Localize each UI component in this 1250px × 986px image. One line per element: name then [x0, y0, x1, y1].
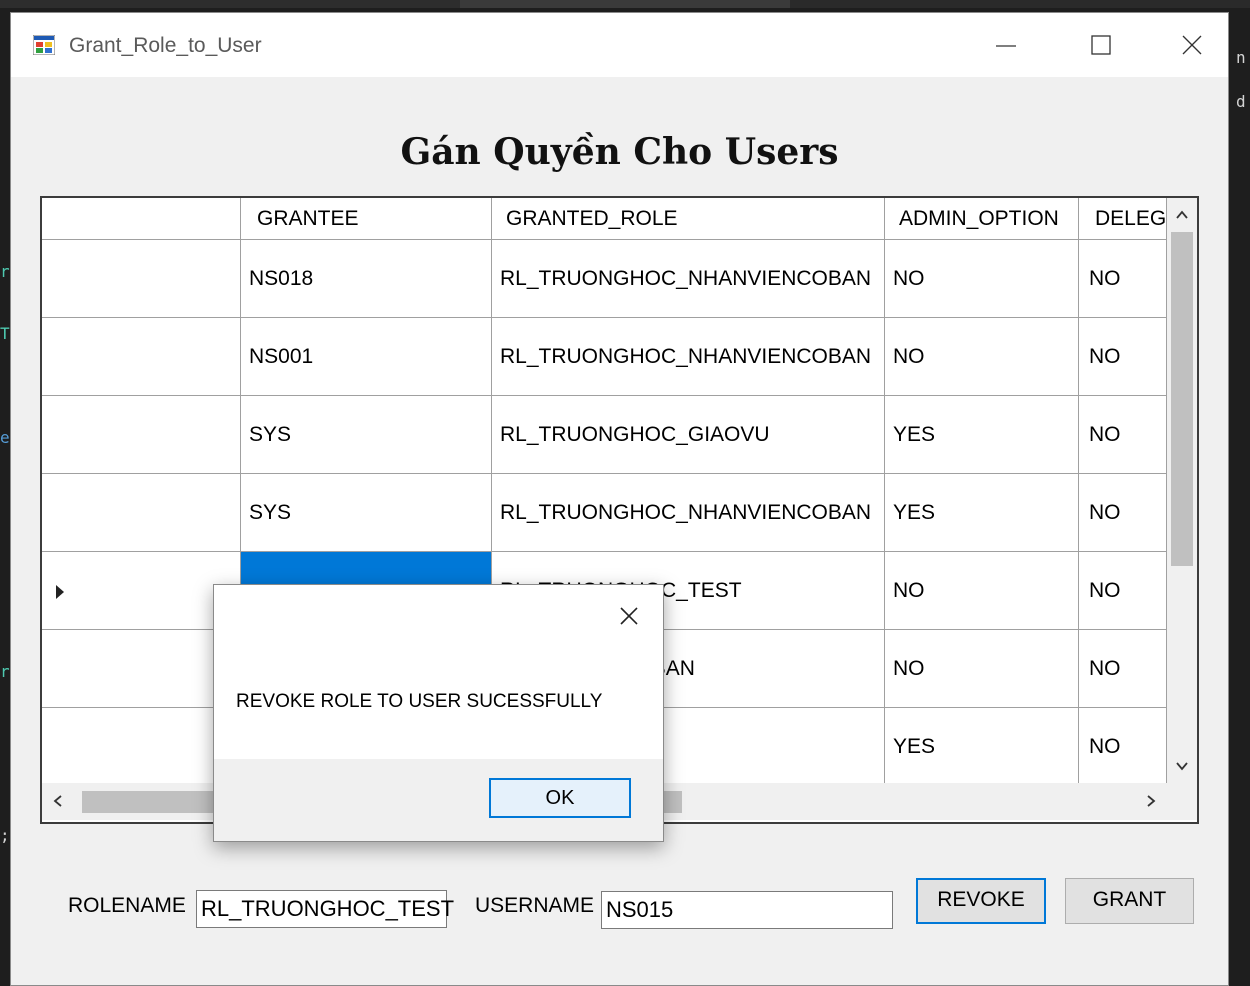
background-editor-fragment: T	[0, 324, 10, 343]
background-editor-fragment: r	[0, 262, 10, 281]
column-header-admin-option[interactable]: ADMIN_OPTION	[885, 198, 1079, 240]
row-header[interactable]	[42, 630, 241, 708]
scroll-right-icon[interactable]	[1133, 783, 1167, 820]
background-strip	[0, 0, 460, 8]
scrollbar-corner	[1167, 783, 1197, 820]
app-icon	[33, 35, 55, 55]
table-cell[interactable]: NO	[1079, 474, 1167, 552]
table-cell[interactable]: NO	[885, 318, 1079, 396]
table-cell[interactable]: NS018	[241, 240, 492, 318]
row-header[interactable]	[42, 396, 241, 474]
column-header-delegate-option[interactable]: DELEG.	[1079, 198, 1167, 240]
message-dialog: REVOKE ROLE TO USER SUCESSFULLY OK	[213, 584, 664, 842]
background-editor-fragment: d	[1236, 92, 1246, 111]
close-icon[interactable]	[1153, 13, 1233, 77]
window-title: Grant_Role_to_User	[69, 34, 262, 57]
table-cell[interactable]: RL_TRUONGHOC_NHANVIENCOBAN	[492, 240, 885, 318]
dialog-close-icon[interactable]	[614, 601, 644, 631]
row-header[interactable]	[42, 708, 241, 786]
row-header[interactable]	[42, 318, 241, 396]
table-cell[interactable]: NO	[885, 552, 1079, 630]
table-cell[interactable]: YES	[885, 708, 1079, 786]
scroll-up-icon[interactable]	[1167, 198, 1197, 232]
table-cell[interactable]: SYS	[241, 474, 492, 552]
table-cell[interactable]: NO	[1079, 318, 1167, 396]
table-cell[interactable]: NO	[885, 630, 1079, 708]
grant-button[interactable]: GRANT	[1065, 878, 1194, 924]
background-editor-fragment: n	[1236, 48, 1246, 67]
background-editor-fragment: r	[0, 662, 10, 681]
title-bar[interactable]: Grant_Role_to_User	[11, 13, 1228, 77]
table-cell[interactable]: NO	[1079, 396, 1167, 474]
table-cell[interactable]: NO	[885, 240, 1079, 318]
table-cell[interactable]: NO	[1079, 708, 1167, 786]
table-cell[interactable]: RL_TRUONGHOC_NHANVIENCOBAN	[492, 474, 885, 552]
scroll-down-icon[interactable]	[1167, 749, 1197, 783]
vertical-scroll-thumb[interactable]	[1171, 232, 1193, 566]
dialog-message: REVOKE ROLE TO USER SUCESSFULLY	[236, 691, 603, 712]
minimize-icon[interactable]	[966, 13, 1046, 77]
page-title: Gán Quyền Cho Users	[400, 131, 839, 173]
username-input[interactable]: NS015	[601, 891, 893, 929]
dialog-footer: OK	[214, 759, 663, 841]
row-pointer-icon	[56, 585, 64, 599]
ok-button[interactable]: OK	[489, 778, 631, 818]
row-header[interactable]	[42, 552, 241, 630]
column-header-granted-role[interactable]: GRANTED_ROLE	[492, 198, 885, 240]
column-header-grantee[interactable]: GRANTEE	[241, 198, 492, 240]
table-cell[interactable]: YES	[885, 474, 1079, 552]
table-cell[interactable]: RL_TRUONGHOC_NHANVIENCOBAN	[492, 318, 885, 396]
maximize-icon[interactable]	[1063, 13, 1143, 77]
table-cell[interactable]: YES	[885, 396, 1079, 474]
background-editor-fragment: ;	[0, 826, 10, 845]
background-editor-fragment: e	[0, 428, 10, 447]
table-cell[interactable]: RL_TRUONGHOC_GIAOVU	[492, 396, 885, 474]
revoke-button[interactable]: REVOKE	[916, 878, 1046, 924]
row-header[interactable]	[42, 240, 241, 318]
username-label: USERNAME	[475, 894, 595, 917]
background-strip	[460, 0, 790, 8]
row-header-corner	[42, 198, 241, 240]
rolename-label: ROLENAME	[68, 894, 186, 917]
table-cell[interactable]: SYS	[241, 396, 492, 474]
rolename-input[interactable]: RL_TRUONGHOC_TEST	[196, 890, 454, 928]
table-cell[interactable]: NS001	[241, 318, 492, 396]
scroll-left-icon[interactable]	[42, 783, 76, 820]
row-header[interactable]	[42, 474, 241, 552]
table-cell[interactable]: NO	[1079, 630, 1167, 708]
table-cell[interactable]: NO	[1079, 552, 1167, 630]
table-cell[interactable]: NO	[1079, 240, 1167, 318]
background-strip	[790, 0, 1250, 8]
vertical-scrollbar[interactable]	[1167, 198, 1197, 783]
